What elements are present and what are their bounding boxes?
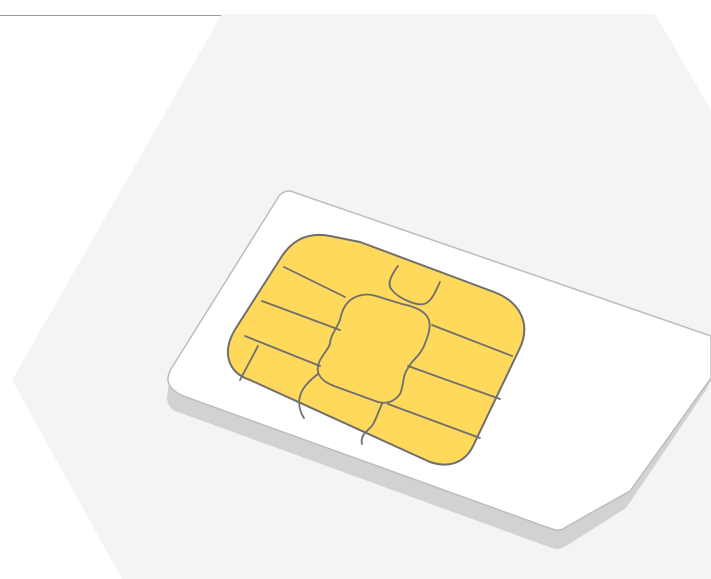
illustration-canvas (0, 14, 711, 579)
sim-card-illustration (0, 0, 711, 579)
